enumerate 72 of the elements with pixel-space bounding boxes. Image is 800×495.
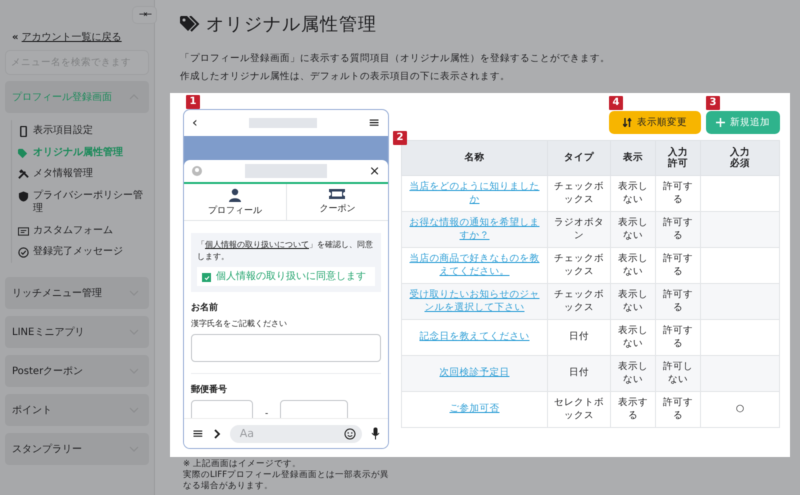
table-cell: ○ — [700, 392, 780, 428]
table-cell: 表示する — [610, 392, 656, 428]
table-cell: セレクトボックス — [548, 392, 610, 428]
table-cell: 表示しない — [610, 212, 656, 248]
smiley-icon[interactable] — [344, 428, 356, 440]
policy-link[interactable]: 個人情報の取り扱いについて — [205, 240, 309, 249]
table-cell: 日付 — [548, 356, 610, 392]
column-header: 表示 — [623, 152, 643, 164]
menu-item[interactable]: カスタムフォーム — [18, 220, 149, 241]
description-text: 作成したオリジナル属性は、デフォルトの表示項目の下に表示されます。 — [180, 70, 511, 83]
number-badge: 3 — [706, 96, 720, 110]
table-cell: 許可する — [656, 392, 700, 428]
tag-icon — [180, 16, 200, 32]
menu-item[interactable]: 登録完了メッセージ — [18, 241, 149, 262]
microphone-icon[interactable] — [371, 427, 380, 440]
menu-group[interactable]: Posterクーポン — [5, 354, 149, 386]
collapse-button[interactable]: →← — [132, 6, 157, 24]
person-icon — [228, 188, 242, 202]
sort-icon — [623, 118, 632, 127]
table-cell: 許可しない — [656, 356, 700, 392]
checkbox[interactable] — [202, 273, 211, 282]
consent-text: 「個人情報の取り扱いについて」を確認し、同意します。 — [197, 239, 374, 263]
menu-icon[interactable]: ≡ — [192, 426, 204, 440]
table-cell: ラジオボタン — [548, 212, 610, 248]
number-badge: 1 — [186, 95, 200, 109]
menu-item[interactable]: メタ情報管理 — [18, 163, 149, 184]
menu-group[interactable]: ポイント — [5, 394, 149, 426]
field-hint: 漢字氏名をご記載ください — [191, 318, 288, 329]
menu-group[interactable]: LINEミニアプリ — [5, 316, 149, 348]
separator-text: - — [265, 409, 268, 418]
table-cell: チェックボックス — [548, 284, 610, 320]
column-header: 名称 — [464, 152, 484, 164]
column-header: 入力許可 — [666, 146, 689, 170]
table-cell: 許可する — [656, 212, 700, 248]
field-label: お名前 — [191, 302, 219, 314]
checkbox-label: 個人情報の取り扱いに同意します — [216, 270, 366, 283]
field-label: 郵便番号 — [191, 383, 228, 396]
preview-tab[interactable]: クーポン — [286, 184, 388, 220]
blurred-title — [248, 118, 317, 128]
table-cell: 表示しない — [610, 284, 656, 320]
table-cell: 表示しない — [610, 356, 656, 392]
note-text: 実際のLIFFプロフィール登録画面とは一部表示が異なる場合があります。 — [183, 470, 390, 492]
user-icon — [192, 166, 202, 176]
shield-icon — [18, 190, 29, 202]
page-title: オリジナル属性管理 — [206, 13, 377, 36]
column-header: 入力必須 — [728, 146, 751, 170]
input-field[interactable] — [191, 334, 381, 362]
check-circle-icon — [18, 247, 29, 258]
menu-group[interactable]: スタンプラリー — [5, 432, 149, 464]
preview-tab[interactable]: プロフィール — [184, 184, 286, 220]
action-button[interactable]: 表示順変更 — [609, 111, 701, 134]
menu-item[interactable]: 表示項目設定 — [18, 120, 149, 142]
chevron-icon[interactable] — [212, 428, 221, 438]
description-text: 「プロフィール登録画面」に表示する質問項目（オリジナル属性）を登録することができます。 — [180, 52, 611, 65]
double-chevron-icon: « — [12, 32, 18, 43]
back-icon[interactable]: ‹ — [192, 116, 198, 130]
phone-icon — [18, 126, 29, 137]
tools-icon — [18, 169, 29, 180]
close-icon[interactable]: × — [369, 164, 380, 178]
back-link[interactable]: « アカウント一覧に戻る — [12, 30, 149, 44]
card-icon — [18, 226, 29, 236]
note-text: ※ 上記画面はイメージです。 — [183, 459, 302, 470]
plus-icon — [716, 118, 725, 127]
table-cell: 許可する — [656, 284, 700, 320]
column-header: タイプ — [564, 152, 594, 164]
tag-icon — [18, 148, 29, 158]
ticket-icon — [328, 188, 346, 200]
number-badge: 2 — [393, 131, 407, 145]
number-badge: 4 — [609, 96, 623, 110]
menu-item[interactable]: プライバシーポリシー管理 — [18, 184, 149, 220]
menu-group[interactable]: リッチメニュー管理 — [5, 276, 149, 308]
menu-icon[interactable]: ≡ — [368, 116, 380, 130]
